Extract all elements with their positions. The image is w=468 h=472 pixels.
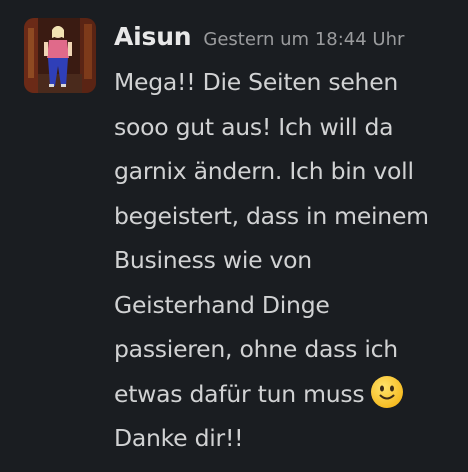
- message-line: begeistert, dass in meinem: [114, 201, 429, 230]
- message-line: passieren, ohne dass ich: [114, 335, 398, 363]
- message-header: Aisun Gestern um 18:44 Uhr: [114, 22, 404, 60]
- avatar-image: [24, 18, 96, 93]
- message-line: garnix ändern. Ich bin voll: [114, 157, 414, 185]
- slightly-smiling-face-icon: [370, 375, 404, 409]
- message-line: Business wie von: [114, 246, 312, 274]
- message-line: Mega!! Die Seiten sehen: [114, 68, 399, 96]
- avatar[interactable]: [24, 18, 96, 93]
- message-line: Danke dir!!: [114, 424, 244, 452]
- message-line: sooo gut aus! Ich will da: [114, 112, 394, 141]
- message-line-with-emoji: etwas dafür tun muss: [114, 372, 464, 417]
- chat-message: Aisun Gestern um 18:44 Uhr Mega!! Die Se…: [0, 0, 468, 472]
- sender-name[interactable]: Aisun: [114, 22, 192, 51]
- message-timestamp[interactable]: Gestern um 18:44 Uhr: [203, 29, 404, 50]
- message-line: Geisterhand Dinge: [114, 290, 330, 319]
- message-body: Mega!! Die Seiten sehen sooo gut aus! Ic…: [114, 60, 464, 461]
- message-line-text: etwas dafür tun muss: [114, 379, 365, 408]
